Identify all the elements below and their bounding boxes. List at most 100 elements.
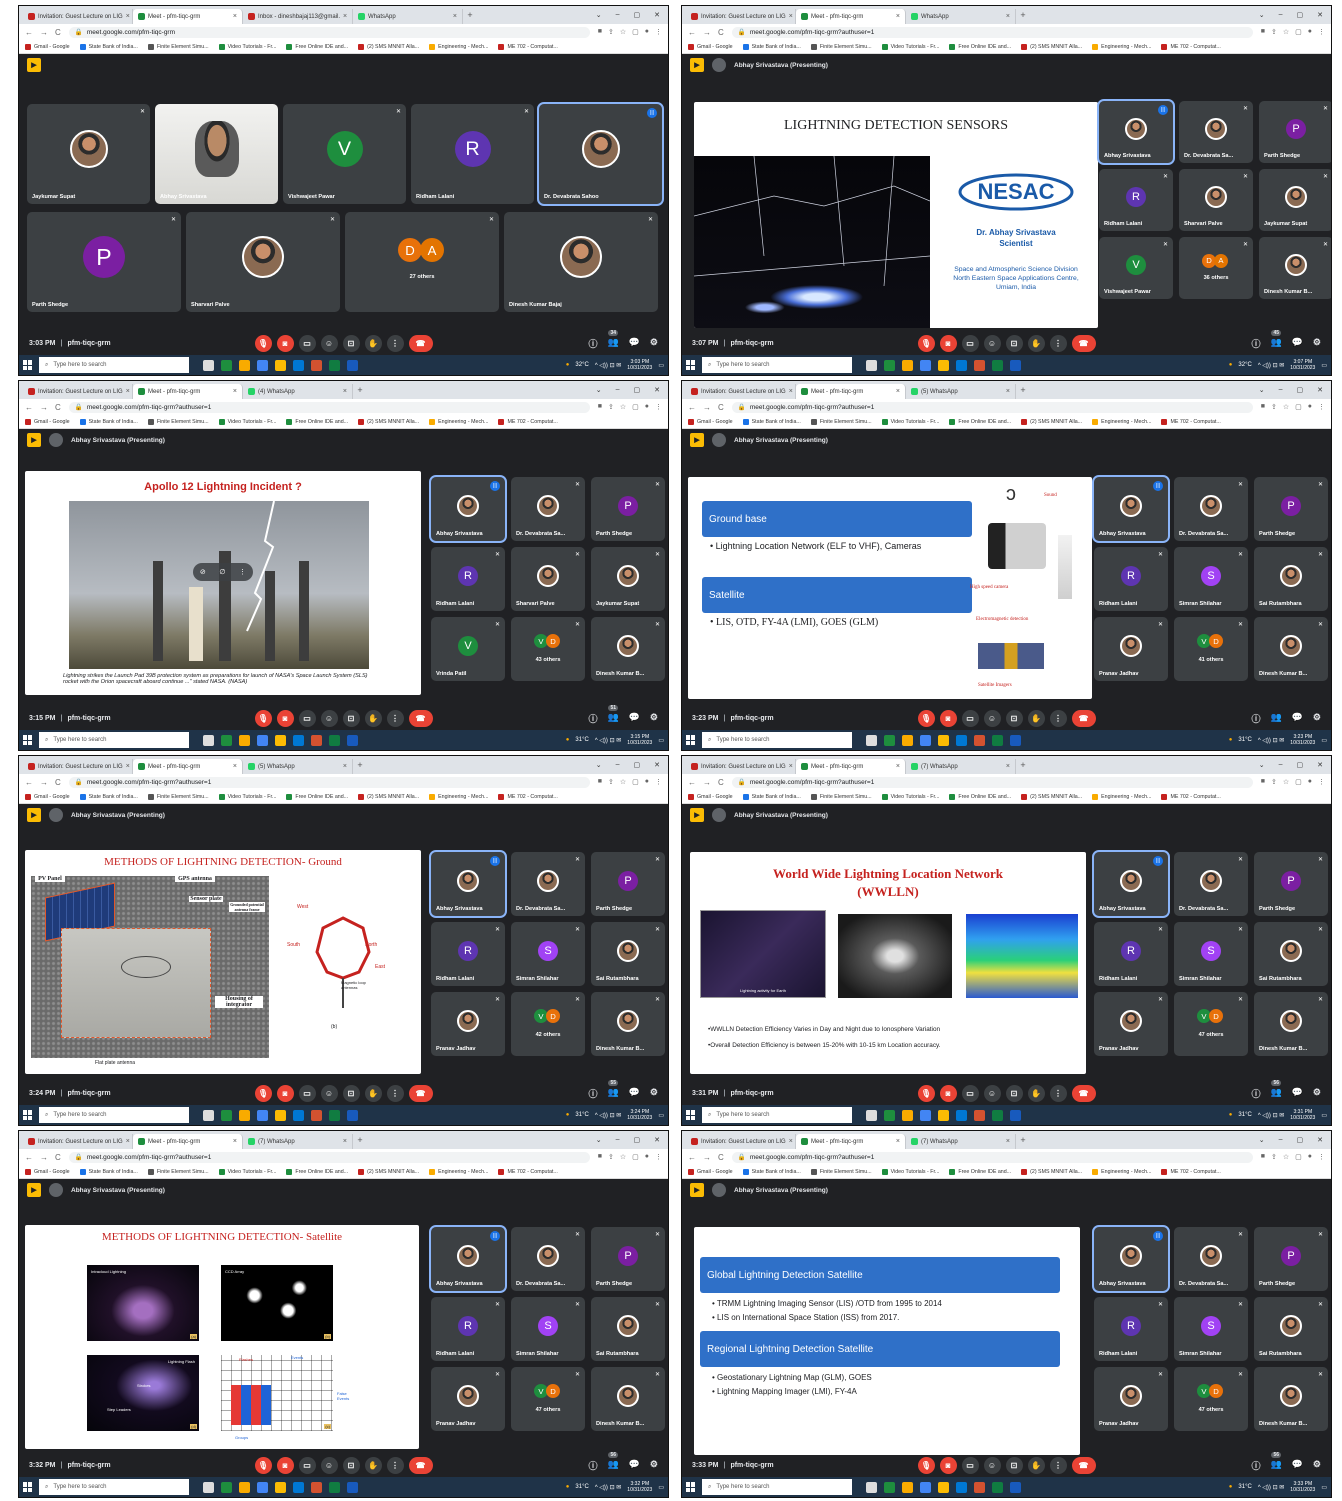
share-icon[interactable]: ⇪: [1271, 403, 1277, 411]
mic-off-icon[interactable]: 🎙: [254, 709, 272, 727]
menu-icon[interactable]: ⋮: [1318, 778, 1325, 786]
close-window-icon[interactable]: ✕: [654, 1136, 660, 1144]
edge-icon[interactable]: [221, 734, 232, 746]
close-icon[interactable]: ×: [1006, 763, 1010, 770]
participant-tile[interactable]: Dr. Devabrata Sa... ✕: [511, 1227, 585, 1291]
participant-tile[interactable]: Jaykumar Supat ✕: [591, 547, 665, 611]
back-icon[interactable]: ←: [688, 28, 696, 37]
menu-icon[interactable]: ⋮: [1318, 1153, 1325, 1161]
sidebar-icon[interactable]: ▢: [1295, 778, 1302, 786]
powerpoint-icon[interactable]: [974, 1109, 985, 1121]
star-icon[interactable]: ☆: [620, 28, 626, 36]
windows-icon[interactable]: [23, 1110, 33, 1120]
maximize-icon[interactable]: ▢: [634, 11, 641, 19]
bookmark-item[interactable]: Gmail - Google: [25, 418, 70, 425]
share-icon[interactable]: ⇪: [1271, 1153, 1277, 1161]
bookmark-item[interactable]: Video Tutorials - Fr...: [218, 418, 276, 425]
weather-icon[interactable]: ●: [566, 737, 570, 743]
bookmark-item[interactable]: Gmail - Google: [25, 43, 70, 50]
activities-icon[interactable]: ⚙: [1313, 1459, 1321, 1472]
activities-icon[interactable]: ⚙: [650, 1087, 658, 1100]
close-icon[interactable]: ×: [126, 13, 130, 20]
bookmark-item[interactable]: Free Online IDE and...: [949, 43, 1011, 50]
bookmark-item[interactable]: (2) SMS MNNIT Alla...: [358, 418, 419, 425]
word-icon[interactable]: [347, 1481, 358, 1493]
participant-tile[interactable]: Sharvari Palve ✕: [1179, 169, 1253, 231]
minimize-icon[interactable]: –: [1279, 11, 1283, 19]
participant-tile[interactable]: D A 27 others ✕: [345, 212, 499, 312]
edge-icon[interactable]: [884, 1109, 895, 1121]
bookmark-item[interactable]: Video Tutorials - Fr...: [881, 418, 939, 425]
chevron-down-icon[interactable]: ⌄: [596, 11, 602, 19]
edge-icon[interactable]: [221, 359, 232, 371]
participant-tile[interactable]: Pranav Jadhav ✕: [431, 1367, 505, 1431]
people-icon[interactable]: 👥 45: [1270, 329, 1282, 350]
participant-tile[interactable]: S Simran Shilahar ✕: [1174, 547, 1248, 611]
close-icon[interactable]: ×: [343, 1138, 347, 1145]
weather-icon[interactable]: ●: [1229, 362, 1233, 368]
forward-icon[interactable]: →: [703, 28, 711, 37]
activities-icon[interactable]: ⚙: [1313, 1087, 1321, 1100]
captions-icon[interactable]: ▭: [298, 709, 316, 727]
chat-icon[interactable]: 💬: [629, 712, 640, 725]
refresh-icon[interactable]: C: [718, 28, 724, 37]
powerpoint-icon[interactable]: [974, 359, 985, 371]
participant-tile[interactable]: Dr. Devabrata Sa... ✕: [511, 477, 585, 541]
camera-off-icon[interactable]: ◙: [939, 709, 957, 727]
new-tab-button[interactable]: +: [353, 385, 367, 395]
windows-icon[interactable]: [686, 735, 696, 745]
browser-tab[interactable]: Meet - pfm-tiqc-grm ×: [796, 1134, 906, 1149]
mail-icon[interactable]: [956, 734, 967, 746]
captions-icon[interactable]: ▭: [961, 1456, 979, 1474]
browser-tab[interactable]: Invitation: Guest Lecture on LIG ×: [23, 759, 133, 774]
star-icon[interactable]: ☆: [620, 1153, 626, 1161]
bookmark-item[interactable]: Free Online IDE and...: [949, 1168, 1011, 1175]
bookmark-item[interactable]: ME 702 - Computat...: [1161, 1168, 1221, 1175]
bookmark-item[interactable]: Free Online IDE and...: [949, 418, 1011, 425]
url-field[interactable]: 🔒 meet.google.com/pfm-tiqc-grm?authuser=1: [731, 26, 1253, 38]
bookmark-item[interactable]: Engineering - Mech...: [1092, 1168, 1151, 1175]
more-icon[interactable]: ⋮: [1049, 334, 1067, 352]
folder-icon[interactable]: [938, 359, 949, 371]
bookmark-item[interactable]: Gmail - Google: [688, 793, 733, 800]
url-field[interactable]: 🔒 meet.google.com/pfm-tiqc-grm?authuser=1: [731, 401, 1253, 413]
forward-icon[interactable]: →: [40, 1153, 48, 1162]
close-window-icon[interactable]: ✕: [654, 761, 660, 769]
task-view-icon[interactable]: [203, 359, 214, 371]
bookmark-item[interactable]: Gmail - Google: [688, 43, 733, 50]
captions-icon[interactable]: ▭: [961, 1084, 979, 1102]
emoji-icon[interactable]: ☺: [983, 1456, 1001, 1474]
browser-tab[interactable]: (7) WhatsApp ×: [243, 1134, 353, 1149]
edge-icon[interactable]: [884, 359, 895, 371]
close-icon[interactable]: ×: [896, 763, 900, 770]
folder-icon[interactable]: [275, 734, 286, 746]
activities-icon[interactable]: ⚙: [1313, 712, 1321, 725]
powerpoint-icon[interactable]: [311, 1109, 322, 1121]
file-explorer-icon[interactable]: [239, 734, 250, 746]
file-explorer-icon[interactable]: [902, 1481, 913, 1493]
chrome-icon[interactable]: [920, 734, 931, 746]
folder-icon[interactable]: [938, 1481, 949, 1493]
task-view-icon[interactable]: [866, 1109, 877, 1121]
excel-icon[interactable]: [329, 1109, 340, 1121]
raise-hand-icon[interactable]: ✋: [1027, 709, 1045, 727]
bookmark-item[interactable]: Gmail - Google: [688, 418, 733, 425]
raise-hand-icon[interactable]: ✋: [364, 334, 382, 352]
forward-icon[interactable]: →: [703, 1153, 711, 1162]
back-icon[interactable]: ←: [25, 403, 33, 412]
emoji-icon[interactable]: ☺: [320, 334, 338, 352]
bookmark-item[interactable]: ME 702 - Computat...: [498, 1168, 558, 1175]
chrome-icon[interactable]: [257, 1109, 268, 1121]
browser-tab[interactable]: Meet - pfm-tiqc-grm ×: [133, 9, 243, 24]
mail-icon[interactable]: [956, 1109, 967, 1121]
excel-icon[interactable]: [329, 359, 340, 371]
notification-icon[interactable]: ▭: [658, 1112, 664, 1119]
participant-tile[interactable]: V D 43 others ✕: [511, 617, 585, 681]
chevron-down-icon[interactable]: ⌄: [1259, 386, 1265, 394]
pin-icon[interactable]: ⊘: [200, 568, 206, 576]
bookmark-item[interactable]: State Bank of India...: [742, 418, 801, 425]
participant-tile[interactable]: Dinesh Kumar B... ✕: [1259, 237, 1331, 299]
bookmark-item[interactable]: State Bank of India...: [79, 43, 138, 50]
end-call-icon[interactable]: ☎: [1071, 709, 1096, 727]
minimize-icon[interactable]: –: [1279, 761, 1283, 769]
